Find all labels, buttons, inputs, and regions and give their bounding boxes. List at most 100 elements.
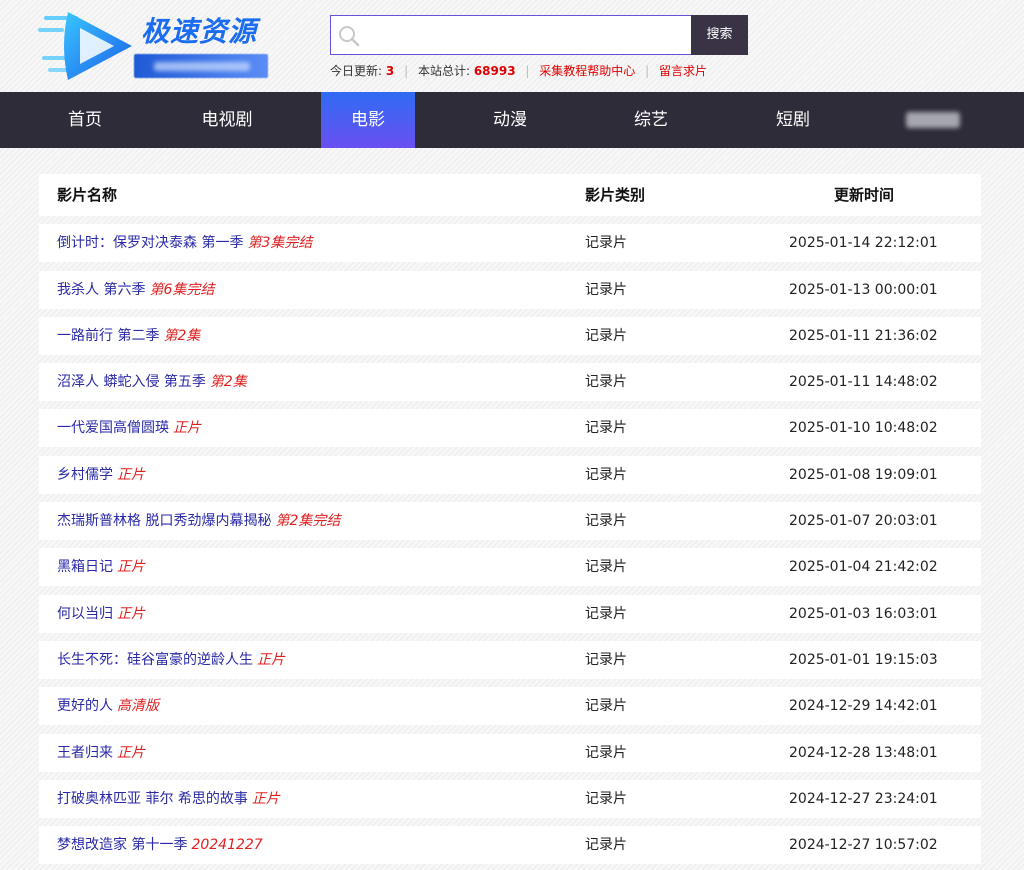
search-button[interactable]: 搜索: [691, 15, 748, 55]
episode-status: 20241227: [191, 837, 263, 854]
update-time: 2025-01-13 00:00:01: [789, 281, 938, 298]
header-category: 影片类别: [585, 186, 646, 204]
episode-status: 正片: [117, 744, 145, 761]
episode-status: 第2集: [163, 327, 201, 344]
table-header: 影片名称 影片类别 更新时间: [39, 174, 981, 216]
video-title[interactable]: 黑箱日记: [57, 559, 113, 575]
video-title-link[interactable]: 王者归来 正片: [57, 734, 145, 772]
video-title[interactable]: 沼泽人 蟒蛇入侵 第五季: [57, 374, 206, 390]
video-title-link[interactable]: 我杀人 第六季 第6集完结: [57, 271, 214, 309]
update-time: 2025-01-11 14:48:02: [789, 374, 938, 391]
site-stats: 今日更新: 3 | 本站总计: 68993 | 采集教程帮助中心 | 留言求片: [330, 62, 707, 79]
search-input[interactable]: [371, 20, 681, 50]
search-box: [330, 15, 692, 55]
update-time: 2024-12-27 10:57:02: [789, 837, 938, 854]
video-title-link[interactable]: 沼泽人 蟒蛇入侵 第五季 第2集: [57, 363, 247, 401]
video-title[interactable]: 我杀人 第六季: [57, 282, 145, 298]
video-title[interactable]: 倒计时：保罗对决泰森 第一季: [57, 235, 243, 251]
divider: |: [404, 64, 409, 78]
video-title[interactable]: 梦想改造家 第十一季: [57, 837, 187, 853]
episode-status: 高清版: [117, 698, 159, 715]
update-time: 2024-12-28 13:48:01: [789, 744, 938, 761]
video-title-link[interactable]: 倒计时：保罗对决泰森 第一季 第3集完结: [57, 224, 312, 262]
nav-item-short-drama[interactable]: 短剧: [742, 92, 844, 148]
update-time: 2024-12-27 23:24:01: [789, 790, 938, 807]
video-title[interactable]: 一路前行 第二季: [57, 328, 159, 344]
update-time: 2025-01-08 19:09:01: [789, 466, 938, 483]
logo-subtitle-blurred: [134, 54, 268, 78]
video-title[interactable]: 更好的人: [57, 698, 113, 714]
top-header: 极速资源 搜索 今日更新: 3 | 本站总计: 68993 | 采集教程帮助中心…: [0, 0, 1024, 92]
table-row: 王者归来 正片 记录片 2024-12-28 13:48:01: [39, 733, 981, 772]
video-category: 记录片: [585, 559, 627, 576]
main-nav: 首页 电视剧 电影 动漫 综艺 短剧: [0, 92, 1024, 148]
table-row: 打破奥林匹亚 菲尔 希思的故事 正片 记录片 2024-12-27 23:24:01: [39, 779, 981, 818]
table-row: 长生不死：硅谷富豪的逆龄人生 正片 记录片 2025-01-01 19:15:03: [39, 640, 981, 679]
table-row: 沼泽人 蟒蛇入侵 第五季 第2集 记录片 2025-01-11 14:48:02: [39, 363, 981, 402]
episode-status: 正片: [117, 605, 145, 622]
video-category: 记录片: [585, 374, 627, 391]
table-row: 更好的人 高清版 记录片 2024-12-29 14:42:01: [39, 687, 981, 726]
video-title[interactable]: 一代爱国高僧圆瑛: [57, 420, 169, 436]
episode-status: 正片: [117, 466, 145, 483]
episode-status: 第2集完结: [275, 513, 341, 530]
nav-item-blurred[interactable]: [906, 112, 960, 128]
update-time: 2025-01-10 10:48:02: [789, 420, 938, 437]
video-title-link[interactable]: 更好的人 高清版: [57, 687, 159, 725]
today-update-label: 今日更新:: [330, 64, 383, 78]
table-row: 一路前行 第二季 第2集 记录片 2025-01-11 21:36:02: [39, 316, 981, 355]
header-time: 更新时间: [834, 186, 895, 204]
video-title[interactable]: 杰瑞斯普林格 脱口秀劲爆内幕揭秘: [57, 513, 271, 529]
video-title-link[interactable]: 一路前行 第二季 第2集: [57, 317, 200, 355]
episode-status: 正片: [117, 559, 145, 576]
table-row: 黑箱日记 正片 记录片 2025-01-04 21:42:02: [39, 548, 981, 587]
video-title-link[interactable]: 乡村儒学 正片: [57, 456, 145, 494]
video-category: 记录片: [585, 698, 627, 715]
episode-status: 第2集: [209, 374, 247, 391]
table-row: 一代爱国高僧圆瑛 正片 记录片 2025-01-10 10:48:02: [39, 409, 981, 448]
nav-item-variety[interactable]: 综艺: [600, 92, 702, 148]
help-center-link[interactable]: 采集教程帮助中心: [539, 64, 635, 78]
nav-item-anime[interactable]: 动漫: [460, 92, 560, 148]
video-title-link[interactable]: 一代爱国高僧圆瑛 正片: [57, 409, 201, 447]
today-update-count: 3: [385, 64, 395, 78]
site-logo[interactable]: 极速资源: [38, 6, 278, 86]
video-title-link[interactable]: 长生不死：硅谷富豪的逆龄人生 正片: [57, 641, 285, 679]
video-title-link[interactable]: 杰瑞斯普林格 脱口秀劲爆内幕揭秘 第2集完结: [57, 502, 340, 540]
video-category: 记录片: [585, 837, 627, 854]
table-row: 梦想改造家 第十一季 20241227 记录片 2024-12-27 10:57:02: [39, 826, 981, 865]
update-time: 2025-01-01 19:15:03: [789, 651, 938, 668]
video-category: 记录片: [585, 466, 627, 483]
divider: |: [525, 64, 530, 78]
video-title[interactable]: 乡村儒学: [57, 467, 113, 483]
video-category: 记录片: [585, 327, 627, 344]
request-message-link[interactable]: 留言求片: [659, 64, 707, 78]
table-row: 乡村儒学 正片 记录片 2025-01-08 19:09:01: [39, 455, 981, 494]
table-row: 我杀人 第六季 第6集完结 记录片 2025-01-13 00:00:01: [39, 270, 981, 309]
video-title-link[interactable]: 梦想改造家 第十一季 20241227: [57, 826, 263, 864]
update-time: 2025-01-11 21:36:02: [789, 327, 938, 344]
episode-status: 第6集完结: [149, 281, 215, 298]
update-time: 2025-01-04 21:42:02: [789, 559, 938, 576]
video-category: 记录片: [585, 513, 627, 530]
site-total-label: 本站总计:: [417, 64, 470, 78]
video-table: 影片名称 影片类别 更新时间 倒计时：保罗对决泰森 第一季 第3集完结 记录片 202…: [39, 174, 981, 865]
video-title-link[interactable]: 打破奥林匹亚 菲尔 希思的故事 正片: [57, 780, 280, 818]
nav-item-movie[interactable]: 电影: [321, 92, 415, 148]
update-time: 2024-12-29 14:42:01: [789, 698, 938, 715]
update-time: 2025-01-14 22:12:01: [789, 235, 938, 252]
video-title-link[interactable]: 黑箱日记 正片: [57, 548, 145, 586]
video-title[interactable]: 王者归来: [57, 745, 113, 761]
video-category: 记录片: [585, 790, 627, 807]
video-title[interactable]: 打破奥林匹亚 菲尔 希思的故事: [57, 791, 248, 807]
video-title[interactable]: 长生不死：硅谷富豪的逆龄人生: [57, 652, 253, 668]
nav-item-home[interactable]: 首页: [34, 92, 136, 148]
nav-item-tv[interactable]: 电视剧: [176, 92, 278, 148]
video-title[interactable]: 何以当归: [57, 606, 113, 622]
table-row: 倒计时：保罗对决泰森 第一季 第3集完结 记录片 2025-01-14 22:12:0…: [39, 224, 981, 263]
logo-text: 极速资源: [141, 15, 258, 48]
episode-status: 第3集完结: [247, 235, 313, 252]
video-category: 记录片: [585, 235, 627, 252]
video-category: 记录片: [585, 420, 627, 437]
video-title-link[interactable]: 何以当归 正片: [57, 595, 145, 633]
